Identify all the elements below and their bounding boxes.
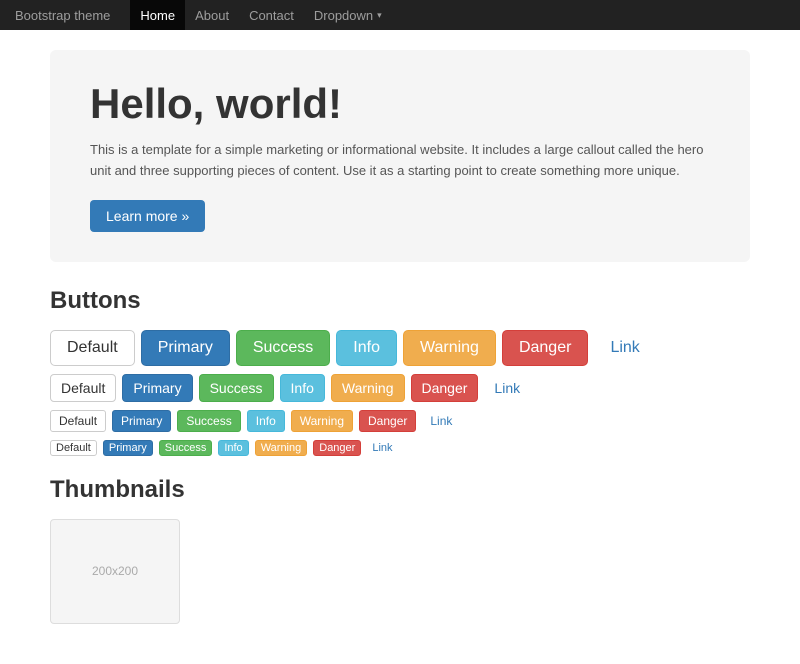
thumbnails-section: Thumbnails 200x200 <box>50 476 750 624</box>
btn-primary-lg[interactable]: Primary <box>141 330 230 366</box>
btn-warning-lg[interactable]: Warning <box>403 330 496 366</box>
nav-item-dropdown[interactable]: Dropdown ▾ <box>304 0 392 30</box>
btn-success-lg[interactable]: Success <box>236 330 330 366</box>
btn-success-xs[interactable]: Success <box>159 440 213 456</box>
button-row-xsmall: Default Primary Success Info Warning Dan… <box>50 440 750 456</box>
buttons-section: Buttons Default Primary Success Info War… <box>50 287 750 456</box>
learn-more-button[interactable]: Learn more » <box>90 200 205 232</box>
thumbnail-item: 200x200 <box>50 519 180 624</box>
dropdown-label: Dropdown <box>314 8 373 23</box>
btn-default-md[interactable]: Default <box>50 374 116 402</box>
btn-default-sm[interactable]: Default <box>50 410 106 432</box>
buttons-section-title: Buttons <box>50 287 750 315</box>
jumbotron-description: This is a template for a simple marketin… <box>90 140 710 182</box>
btn-info-lg[interactable]: Info <box>336 330 397 366</box>
btn-default-xs[interactable]: Default <box>50 440 97 456</box>
jumbotron: Hello, world! This is a template for a s… <box>50 50 750 262</box>
button-row-medium: Default Primary Success Info Warning Dan… <box>50 374 750 402</box>
btn-info-md[interactable]: Info <box>280 374 325 402</box>
btn-link-xs[interactable]: Link <box>367 441 397 455</box>
btn-danger-sm[interactable]: Danger <box>359 410 416 432</box>
button-row-large: Default Primary Success Info Warning Dan… <box>50 330 750 366</box>
btn-primary-md[interactable]: Primary <box>122 374 192 402</box>
btn-info-xs[interactable]: Info <box>218 440 248 456</box>
btn-link-md[interactable]: Link <box>484 375 530 401</box>
chevron-down-icon: ▾ <box>377 10 382 21</box>
btn-danger-lg[interactable]: Danger <box>502 330 588 366</box>
thumbnails-section-title: Thumbnails <box>50 476 750 504</box>
nav-items: Home About Contact Dropdown ▾ <box>130 0 391 30</box>
nav-item-about[interactable]: About <box>185 0 239 30</box>
btn-warning-md[interactable]: Warning <box>331 374 405 402</box>
btn-warning-sm[interactable]: Warning <box>291 410 353 432</box>
btn-link-sm[interactable]: Link <box>422 411 460 431</box>
navbar-brand[interactable]: Bootstrap theme <box>15 8 110 23</box>
jumbotron-heading: Hello, world! <box>90 80 710 128</box>
btn-danger-xs[interactable]: Danger <box>313 440 361 456</box>
btn-primary-xs[interactable]: Primary <box>103 440 153 456</box>
btn-success-sm[interactable]: Success <box>177 410 240 432</box>
button-row-small: Default Primary Success Info Warning Dan… <box>50 410 750 432</box>
navbar: Bootstrap theme Home About Contact Dropd… <box>0 0 800 30</box>
main-content: Hello, world! This is a template for a s… <box>35 30 765 664</box>
btn-primary-sm[interactable]: Primary <box>112 410 171 432</box>
btn-default-lg[interactable]: Default <box>50 330 135 366</box>
btn-warning-xs[interactable]: Warning <box>255 440 308 456</box>
thumbnail-label: 200x200 <box>92 564 138 578</box>
btn-danger-md[interactable]: Danger <box>411 374 479 402</box>
btn-info-sm[interactable]: Info <box>247 410 285 432</box>
btn-link-lg[interactable]: Link <box>594 331 655 365</box>
nav-item-contact[interactable]: Contact <box>239 0 304 30</box>
nav-item-home[interactable]: Home <box>130 0 185 30</box>
btn-success-md[interactable]: Success <box>199 374 274 402</box>
